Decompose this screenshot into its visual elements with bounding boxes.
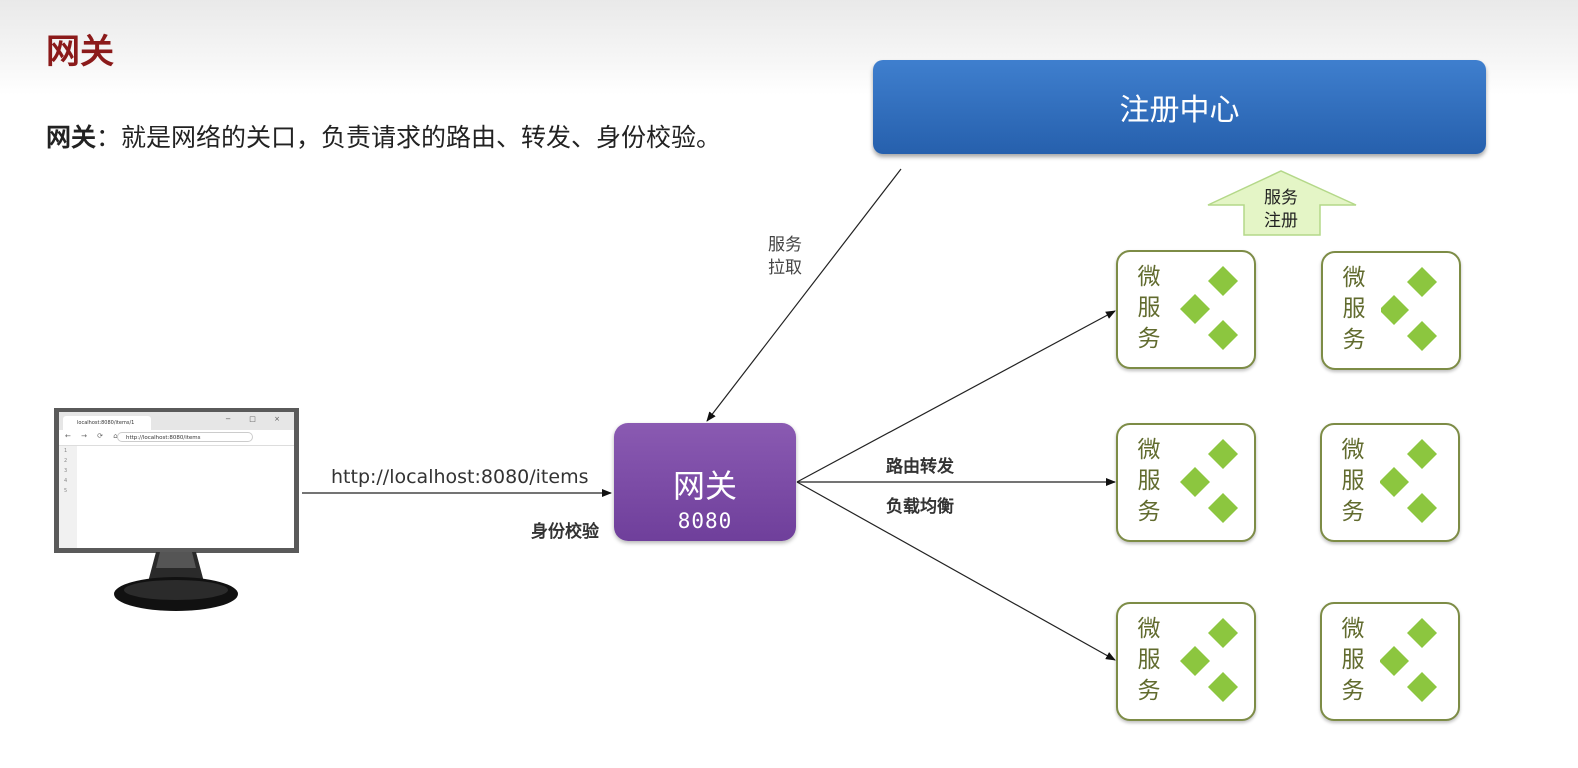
routing-label: 路由转发: [886, 457, 954, 477]
browser-address-bar: http://localhost:8080/items: [117, 432, 253, 442]
service-register-label: 服务 注册: [1264, 188, 1298, 231]
request-url-label: http://localhost:8080/items: [331, 466, 589, 488]
microservice-label: 微服务: [1341, 616, 1365, 704]
gateway-port: 8080: [677, 509, 733, 533]
microservice-label: 微服务: [1137, 437, 1161, 525]
microservice-box: 微服务: [1116, 602, 1256, 721]
browser-tab: localhost:8080/items/1: [63, 416, 151, 430]
microservice-label: 微服务: [1137, 264, 1161, 352]
window-controls: − □ ×: [225, 415, 288, 423]
gateway-box: 网关 8080: [614, 423, 796, 541]
microservice-diamonds-icon: [1180, 618, 1238, 702]
monitor-stand-icon: [114, 552, 238, 611]
service-pull-label: 服务 拉取: [768, 235, 802, 278]
microservice-box: 微服务: [1321, 251, 1461, 370]
microservice-box: 微服务: [1116, 423, 1256, 542]
pull-arrow: [706, 168, 902, 422]
microservice-diamonds-icon: [1180, 266, 1238, 350]
line-number-gutter: 1 2 3 4 5: [59, 446, 77, 548]
route-arrow-top: [796, 310, 1116, 483]
microservice-label: 微服务: [1341, 437, 1365, 525]
microservice-label: 微服务: [1137, 616, 1161, 704]
microservice-label: 微服务: [1342, 265, 1366, 353]
load-balancing-label: 负载均衡: [886, 497, 954, 517]
microservice-diamonds-icon: [1380, 618, 1437, 702]
auth-label: 身份校验: [531, 522, 599, 542]
browser-tabbar: localhost:8080/items/1 − □ ×: [59, 412, 294, 430]
browser-toolbar: ← → ⟳ ⌂ http://localhost:8080/items: [59, 430, 294, 446]
gateway-name: 网关: [672, 467, 737, 505]
microservice-box: 微服务: [1320, 602, 1460, 721]
route-arrow-bottom: [796, 481, 1116, 661]
microservice-diamonds-icon: [1180, 439, 1238, 523]
microservice-box: 微服务: [1116, 250, 1256, 369]
browser-window: localhost:8080/items/1 − □ × ← → ⟳ ⌂ htt…: [59, 412, 294, 548]
microservice-diamonds-icon: [1381, 267, 1437, 351]
microservice-box: 微服务: [1320, 423, 1460, 542]
browser-nav-icons: ← → ⟳ ⌂: [65, 432, 122, 440]
microservice-diamonds-icon: [1380, 439, 1437, 523]
client-monitor-icon: localhost:8080/items/1 − □ × ← → ⟳ ⌂ htt…: [54, 408, 299, 553]
